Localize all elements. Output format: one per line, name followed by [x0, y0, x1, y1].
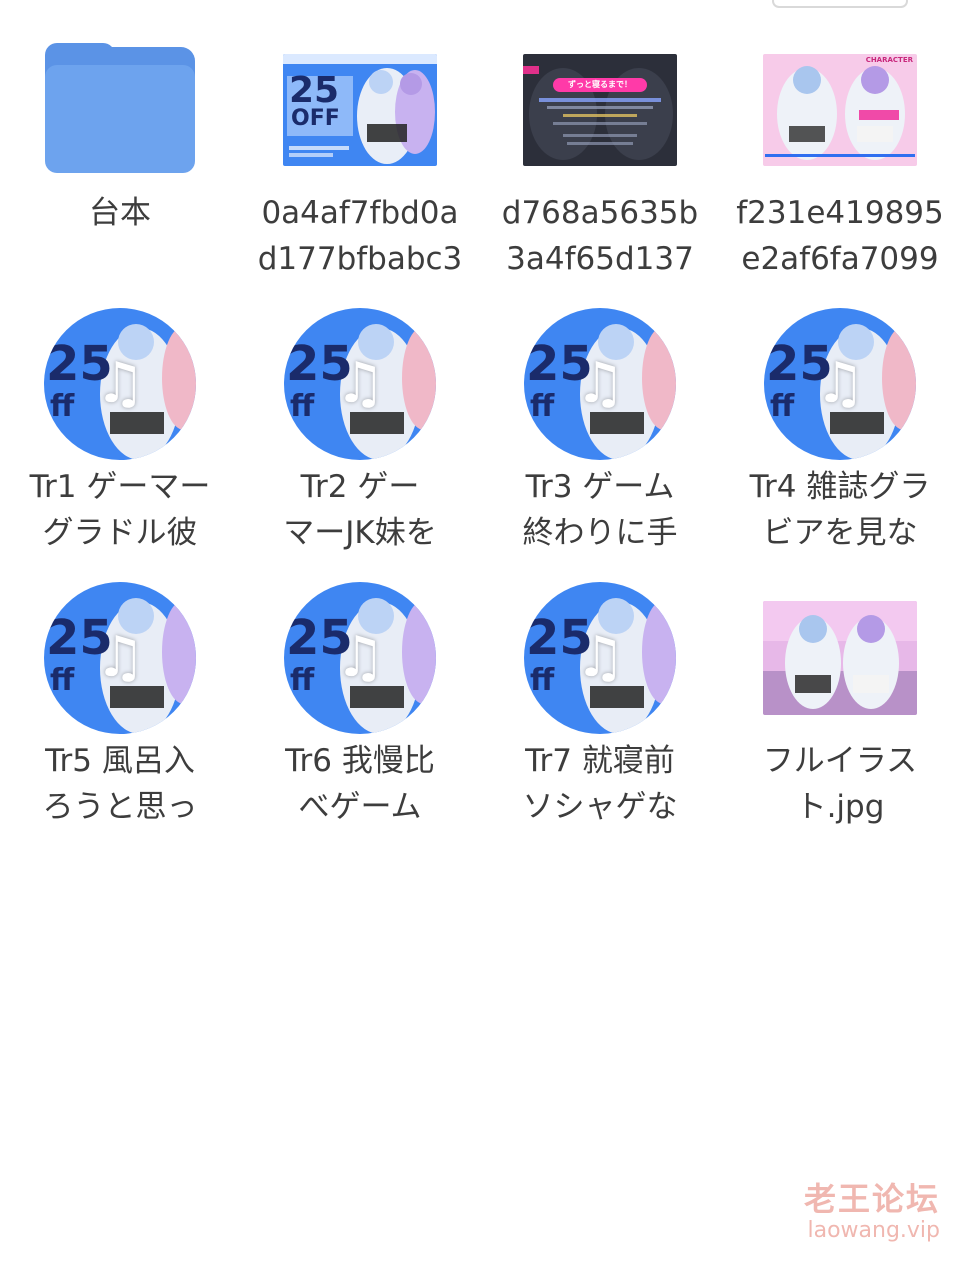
svg-text:ff: ff [770, 389, 795, 424]
music-note-icon: ♫ [94, 625, 146, 690]
audio-cover-disc: 25 ff ♫ [524, 308, 676, 460]
file-name: 台本 [89, 195, 151, 231]
file-item-image[interactable]: フルイラス ト.jpg [720, 588, 960, 862]
audio-cover-disc: 25 ff ♫ [284, 582, 436, 734]
file-name: 0a4af7fbd0a d177bfbabc3 [257, 195, 463, 277]
file-name: Tr5 風呂入 ろうと思っ [42, 743, 198, 825]
music-note-icon: ♫ [334, 625, 386, 690]
watermark-title: 老王论坛 [803, 1179, 940, 1218]
file-item-audio[interactable]: 25 ff ♫ Tr5 風呂入 ろうと思っ [0, 582, 240, 862]
file-item-audio[interactable]: 25 ff ♫ Tr7 就寝前 ソシャゲな [480, 582, 720, 862]
svg-text:ff: ff [50, 663, 75, 698]
character-tag: CHARACTER [865, 56, 913, 64]
off-big-text: 25 [289, 70, 340, 111]
audio-cover-disc: 25 ff ♫ [44, 308, 196, 460]
file-item-image[interactable]: CHARACTER f231e419895 e2af6fa7099 [720, 40, 960, 314]
off-word-text: OFF [291, 106, 340, 131]
audio-cover-disc: 25 ff ♫ [524, 582, 676, 734]
file-item-audio[interactable]: 25 ff ♫ Tr2 ゲー マーJK妹を [240, 308, 480, 588]
audio-cover-disc: 25 ff ♫ [284, 308, 436, 460]
file-name: d768a5635b 3a4f65d137 [501, 195, 699, 277]
file-name: フルイラス ト.jpg [762, 743, 918, 825]
audio-cover-disc: 25 ff ♫ [764, 308, 916, 460]
svg-text:ff: ff [530, 389, 555, 424]
top-scroll-pill [772, 0, 908, 8]
file-name: f231e419895 e2af6fa7099 [736, 195, 944, 277]
music-note-icon: ♫ [94, 351, 146, 416]
music-note-icon: ♫ [574, 625, 626, 690]
notice-pill: ずっと寝るまで！ [553, 78, 647, 92]
svg-text:ff: ff [290, 389, 315, 424]
file-name: Tr4 雑誌グラ ビアを見な [749, 469, 931, 551]
image-thumbnail: CHARACTER [763, 54, 917, 166]
file-grid: 台本 25 OFF 0a4af7fbd0a d177bfbabc3 ずっと寝るま… [0, 40, 960, 862]
audio-cover-disc: 25 ff ♫ [44, 582, 196, 734]
music-note-icon: ♫ [814, 351, 866, 416]
svg-text:ff: ff [50, 389, 75, 424]
image-thumbnail [763, 601, 917, 715]
file-item-image[interactable]: ずっと寝るまで！ d768a5635b 3a4f65d137 [480, 40, 720, 314]
image-thumbnail: 25 OFF [283, 54, 437, 166]
file-item-audio[interactable]: 25 ff ♫ Tr3 ゲーム 終わりに手 [480, 308, 720, 588]
file-item-audio[interactable]: 25 ff ♫ Tr6 我慢比 べゲーム [240, 582, 480, 862]
file-name: Tr3 ゲーム 終わりに手 [522, 469, 678, 551]
file-item-audio[interactable]: 25 ff ♫ Tr1 ゲーマー グラドル彼 [0, 308, 240, 588]
file-item-folder[interactable]: 台本 [0, 40, 240, 314]
file-name: Tr6 我慢比 べゲーム [285, 743, 435, 825]
svg-text:ff: ff [530, 663, 555, 698]
svg-text:ff: ff [290, 663, 315, 698]
file-name: Tr1 ゲーマー グラドル彼 [29, 469, 211, 551]
watermark: 老王论坛 laowang.vip [804, 1181, 940, 1243]
music-note-icon: ♫ [574, 351, 626, 416]
folder-icon [45, 43, 195, 173]
file-item-image[interactable]: 25 OFF 0a4af7fbd0a d177bfbabc3 [240, 40, 480, 314]
watermark-url: laowang.vip [807, 1217, 940, 1243]
file-name: Tr7 就寝前 ソシャゲな [522, 743, 678, 825]
file-name: Tr2 ゲー マーJK妹を [283, 469, 437, 551]
music-note-icon: ♫ [334, 351, 386, 416]
image-thumbnail: ずっと寝るまで！ [523, 54, 677, 166]
file-item-audio[interactable]: 25 ff ♫ Tr4 雑誌グラ ビアを見な [720, 308, 960, 588]
